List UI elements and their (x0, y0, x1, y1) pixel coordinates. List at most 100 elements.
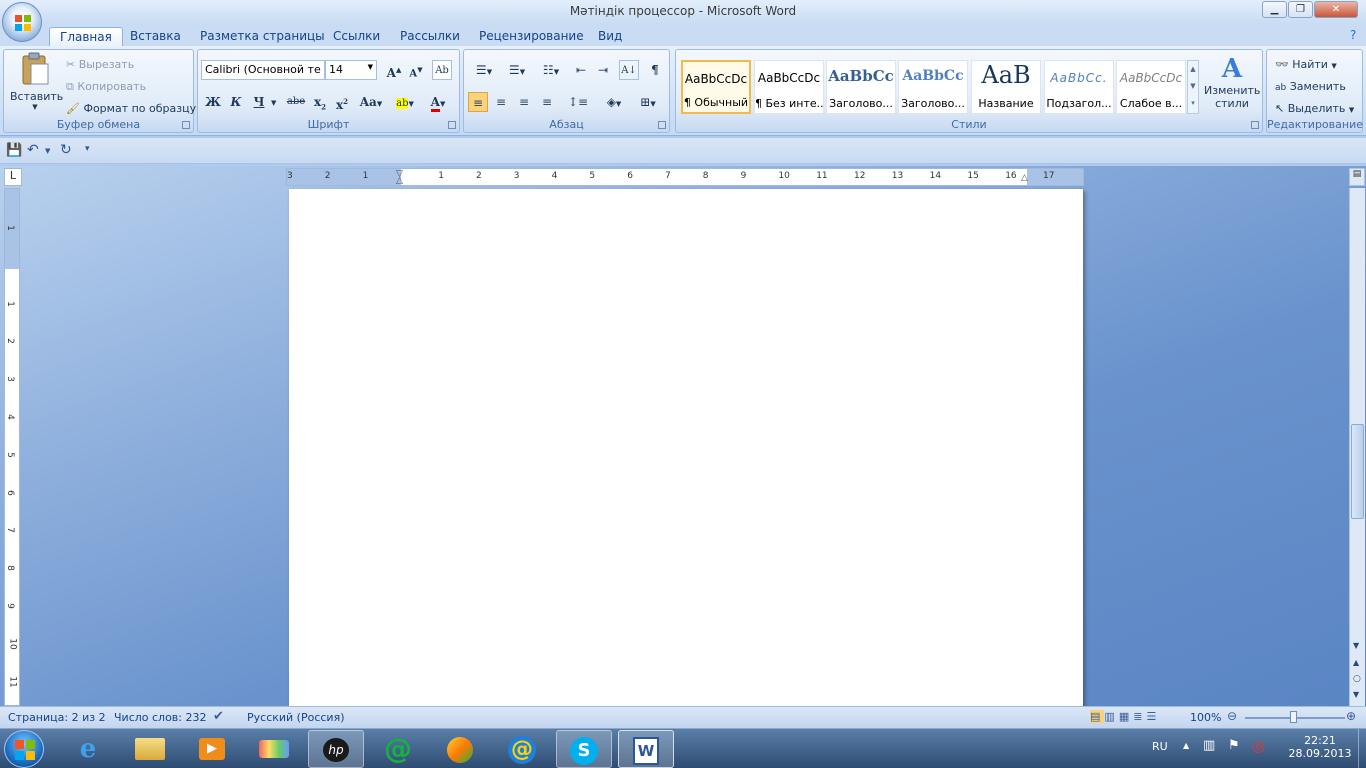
clipboard-launcher-icon[interactable] (182, 121, 190, 129)
increase-indent-icon[interactable]: ⇥ (593, 60, 613, 80)
numbering-icon[interactable]: ☰▼ (502, 60, 532, 80)
action-center-icon[interactable]: ⚑ (1228, 738, 1240, 753)
styles-scroll[interactable]: ▲ ▼ ▾ (1187, 60, 1199, 114)
tab-references[interactable]: Ссылки (323, 27, 390, 47)
format-painter-button[interactable]: 🖌 Формат по образцу (66, 102, 196, 115)
language-indicator[interactable]: Русский (Россия) (247, 711, 345, 724)
align-center-icon[interactable]: ≡ (491, 92, 511, 112)
style-subtle-emphasis[interactable]: AaBbCcDc Слабое в... (1116, 60, 1186, 114)
page-indicator[interactable]: Страница: 2 из 2 (8, 711, 106, 724)
style-heading-2[interactable]: AaBbCc Заголово... (898, 60, 968, 114)
office-button[interactable] (2, 2, 42, 42)
subscript-icon[interactable]: x2 (310, 92, 330, 112)
tab-home[interactable]: Главная (49, 27, 123, 47)
explorer-taskbar-icon[interactable] (122, 730, 178, 768)
view-ruler-icon[interactable]: ▤ (1349, 168, 1365, 186)
tab-page-layout[interactable]: Разметка страницы (190, 27, 335, 47)
superscript-icon[interactable]: x2 (332, 92, 352, 112)
align-left-icon[interactable]: ≡ (468, 92, 488, 112)
skype-taskbar-icon[interactable]: S (556, 730, 612, 768)
proofing-icon[interactable]: ✔ (213, 709, 224, 724)
change-styles-button[interactable]: A Изменить стили (1204, 54, 1260, 116)
shading-icon[interactable]: ◈▼ (600, 92, 628, 112)
italic-button[interactable]: К (226, 92, 246, 112)
align-right-icon[interactable]: ≡ (514, 92, 534, 112)
clock[interactable]: 22:21 28.09.2013 (1285, 734, 1355, 760)
next-page-icon[interactable]: ▼ (1353, 690, 1359, 699)
find-button[interactable]: 👓 Найти ▼ (1275, 58, 1337, 71)
undo-icon[interactable]: ↶ (27, 142, 39, 158)
replace-button[interactable]: ab Заменить (1275, 80, 1346, 93)
decrease-indent-icon[interactable]: ⇤ (571, 60, 591, 80)
change-case-icon[interactable]: Aa▼ (356, 92, 386, 112)
copy-button[interactable]: ⧉ Копировать (66, 80, 146, 94)
tab-review[interactable]: Рецензирование (469, 27, 594, 47)
more-styles-icon[interactable]: ▾ (1188, 95, 1198, 112)
font-name-box[interactable]: Calibri (Основной те (201, 60, 325, 80)
font-launcher-icon[interactable] (448, 121, 456, 129)
line-spacing-icon[interactable]: ↕≡ (564, 92, 592, 112)
zoom-in-icon[interactable]: ⊕ (1346, 709, 1356, 723)
underline-dropdown-icon[interactable]: ▼ (271, 99, 276, 107)
draft-icon[interactable]: ☰ (1146, 710, 1160, 723)
close-button[interactable]: ✕ (1314, 1, 1358, 18)
right-indent-icon[interactable]: △ (1021, 173, 1028, 183)
zoom-slider-thumb[interactable] (1290, 711, 1297, 723)
word-count[interactable]: Число слов: 232 (114, 711, 207, 724)
select-button[interactable]: ↖ Выделить ▼ (1275, 102, 1354, 115)
zoom-level[interactable]: 100% (1190, 711, 1221, 724)
ie-taskbar-icon[interactable]: e (60, 730, 116, 768)
app-taskbar-icon[interactable] (432, 730, 488, 768)
show-hidden-icons-icon[interactable]: ▲ (1183, 741, 1189, 750)
style-title[interactable]: AaB Название (971, 60, 1041, 114)
styles-launcher-icon[interactable] (1251, 121, 1259, 129)
tab-view[interactable]: Вид (588, 27, 632, 47)
keyboard-language[interactable]: RU (1152, 740, 1168, 753)
justify-icon[interactable]: ≡ (537, 92, 557, 112)
scroll-up-icon[interactable]: ▲ (1188, 61, 1198, 78)
vertical-scrollbar[interactable]: ▼ ▲ ○ ▼ (1349, 188, 1365, 706)
style-subtitle[interactable]: AaBbCc. Подзагол... (1044, 60, 1114, 114)
zoom-out-icon[interactable]: ⊖ (1227, 709, 1237, 723)
prev-page-icon[interactable]: ▲ (1353, 658, 1359, 667)
paste-button[interactable]: Вставить ▼ (10, 52, 63, 116)
start-button[interactable] (4, 730, 44, 768)
scroll-down-icon[interactable]: ▼ (1188, 78, 1198, 95)
outline-icon[interactable]: ≣ (1133, 710, 1146, 723)
save-icon[interactable]: 💾 (6, 143, 22, 158)
minimize-button[interactable]: ▁ (1262, 1, 1287, 18)
style-normal[interactable]: AaBbCcDc ¶ Обычный (681, 60, 751, 114)
strikethrough-button[interactable]: abe (284, 92, 308, 112)
select-browse-object-icon[interactable]: ○ (1353, 674, 1361, 684)
tab-mailings[interactable]: Рассылки (390, 27, 470, 47)
bullets-icon[interactable]: ☰▼ (469, 60, 499, 80)
cut-button[interactable]: ✂ Вырезать (66, 58, 134, 71)
word-taskbar-icon[interactable]: W (618, 730, 674, 768)
sort-icon[interactable]: A↓ (619, 60, 639, 80)
web-layout-icon[interactable]: ▦ (1119, 710, 1133, 723)
borders-icon[interactable]: ⊞▼ (634, 92, 662, 112)
maximize-button[interactable]: ❐ (1288, 1, 1313, 18)
pilcrow-icon[interactable]: ¶ (645, 60, 665, 80)
style-heading-1[interactable]: AaBbCc Заголово... (826, 60, 896, 114)
hp-taskbar-icon[interactable]: hp (308, 730, 364, 768)
paint-taskbar-icon[interactable] (246, 730, 302, 768)
shrink-font-icon[interactable]: A▼ (406, 60, 426, 80)
scroll-down-arrow-icon[interactable]: ▼ (1353, 641, 1359, 650)
undo-dropdown-icon[interactable]: ▼ (45, 147, 50, 155)
tab-insert[interactable]: Вставка (120, 27, 191, 47)
redo-icon[interactable]: ↻ (60, 142, 72, 158)
paragraph-launcher-icon[interactable] (658, 121, 666, 129)
grow-font-icon[interactable]: A▲ (384, 60, 404, 80)
bold-button[interactable]: Ж (203, 92, 223, 112)
mail-taskbar-icon[interactable]: @ (494, 730, 550, 768)
scrollbar-thumb[interactable] (1351, 424, 1364, 519)
font-color-icon[interactable]: A▼ (424, 92, 452, 112)
help-icon[interactable]: ? (1350, 28, 1356, 42)
font-size-box[interactable]: 14 ▼ (325, 60, 377, 80)
mail-agent-taskbar-icon[interactable]: @ (370, 730, 426, 768)
media-player-taskbar-icon[interactable]: ▶ (184, 730, 240, 768)
network-icon[interactable]: ▥ (1203, 738, 1215, 753)
style-no-spacing[interactable]: AaBbCcDc ¶ Без инте... (754, 60, 824, 114)
hanging-indent-icon[interactable]: △ (396, 176, 403, 186)
